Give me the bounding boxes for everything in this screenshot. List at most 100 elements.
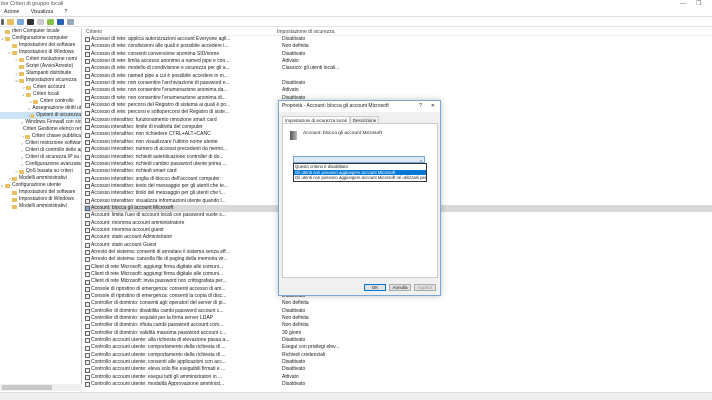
table-row[interactable]: Accesso di rete: consenti conversione an… xyxy=(84,51,712,58)
tab-description[interactable]: Descrizione xyxy=(349,116,380,123)
tree-node[interactable]: > Criteri account xyxy=(0,84,81,91)
export-icon[interactable] xyxy=(47,19,54,25)
delete-icon[interactable] xyxy=(27,19,34,25)
tree-node[interactable]: >Criteri di controllo delle applicazioni xyxy=(0,147,81,154)
table-row[interactable]: Controller di dominio: disabilita cambi … xyxy=(84,308,712,315)
folder-icon xyxy=(26,92,31,97)
tree-node[interactable]: Modelli amministrativi xyxy=(0,203,81,210)
table-row[interactable]: Controller di dominio: rifiuta cambi pas… xyxy=(84,322,712,329)
show-tree-icon[interactable] xyxy=(17,19,24,25)
list-header: Criterio Impostazione di sicurezza xyxy=(84,28,712,36)
up-folder-icon[interactable] xyxy=(7,19,14,25)
tree-node[interactable]: v Impostazioni sicurezza xyxy=(0,77,81,84)
column-header-criterio[interactable]: Criterio xyxy=(84,28,275,35)
tree-node[interactable]: v Criteri locali xyxy=(0,91,81,98)
apply-button[interactable]: Applica xyxy=(414,284,436,291)
table-row[interactable]: Accesso di rete: applica autorizzazioni … xyxy=(84,36,712,43)
menu-visualizza[interactable]: Visualizza xyxy=(31,9,53,15)
cancel-button[interactable]: Annulla xyxy=(389,284,411,291)
tree-node-label: Criteri restrizione software xyxy=(25,140,82,146)
policy-name-cell: Account: stato account Administrator xyxy=(91,234,173,241)
tree-node[interactable]: > Stampanti distribuite xyxy=(0,70,81,77)
folder-icon xyxy=(5,36,10,41)
policy-name-cell: Controllo account utente: consenti alle … xyxy=(91,359,227,366)
tree-horizontal-scrollbar[interactable] xyxy=(0,384,82,391)
console-tree: riteri Computer locale v Configurazione co… xyxy=(0,28,82,392)
properties-icon[interactable] xyxy=(37,19,44,25)
table-row[interactable]: Controllo account utente: consenti alle … xyxy=(84,359,712,366)
policy-setting-cell: Disattivato xyxy=(282,307,306,314)
table-row[interactable]: Controllo account utente: comportamento … xyxy=(84,344,712,351)
tree-node[interactable]: v Configurazione utente xyxy=(0,182,81,189)
folder-icon xyxy=(12,43,17,48)
policy-name-cell: Accesso interattivo: richiedi smart card xyxy=(91,168,177,175)
tree-node[interactable]: > Criteri restrizione software xyxy=(0,140,81,147)
tree-node[interactable]: >Criteri di sicurezza IP su Computer loc… xyxy=(0,154,81,161)
table-row[interactable]: Accesso di rete: condivisioni alle quali… xyxy=(84,43,712,50)
setting-combobox[interactable]: v xyxy=(293,156,425,163)
tree-node[interactable]: Impostazioni del software xyxy=(0,189,81,196)
tree-node[interactable]: >Windows Firewall con sicurezza avanzata xyxy=(0,119,81,126)
ok-button[interactable]: OK xyxy=(364,284,386,291)
table-row[interactable]: Accesso di rete: modello di condivisione… xyxy=(84,65,712,72)
table-row[interactable]: Accesso di rete: non consentire l'archiv… xyxy=(84,80,712,87)
policy-setting-cell: Non definita xyxy=(282,315,309,322)
tree-node[interactable]: >Configurazione avanzata dei criteri di … xyxy=(0,161,81,168)
tab-local-security-settings[interactable]: Impostazioni di sicurezza locali xyxy=(282,116,350,123)
chevron-right-icon[interactable]: > xyxy=(21,119,23,126)
close-button[interactable]: ✕ xyxy=(431,101,435,112)
folder-icon xyxy=(12,204,17,209)
table-row[interactable]: Controller di dominio: validità massima … xyxy=(84,330,712,337)
help-button[interactable]: ? xyxy=(419,101,422,112)
table-row[interactable]: Controllo account utente: eleva solo fil… xyxy=(84,366,712,373)
policy-name-cell: Account: blocca gli account Microsoft xyxy=(91,204,174,211)
chevron-right-icon[interactable]: > xyxy=(28,105,30,112)
column-header-impostazione[interactable]: Impostazione di sicurezza xyxy=(275,28,395,35)
chevron-right-icon[interactable]: > xyxy=(21,140,23,147)
policy-icon xyxy=(85,198,90,204)
tree-node[interactable]: v Impostazioni di Windows xyxy=(0,49,81,56)
chevron-right-icon[interactable]: > xyxy=(21,154,23,161)
table-row[interactable]: Accesso di rete: limita accesso anonimo … xyxy=(84,58,712,65)
tree-node[interactable]: v Configurazione computer xyxy=(0,35,81,42)
chevron-right-icon[interactable]: > xyxy=(21,147,23,154)
table-row[interactable]: Controller di dominio: consenti agli ope… xyxy=(84,300,712,307)
table-row[interactable]: Accesso di rete: named pipe a cui è poss… xyxy=(84,73,712,80)
minimize-button[interactable]: — xyxy=(680,0,686,8)
scrollbar-thumb[interactable] xyxy=(2,385,52,390)
tree-node[interactable]: > Criteri controllo xyxy=(0,98,81,105)
policy-name-cell: Accesso interattivo: non richiedere CTRL… xyxy=(91,131,211,138)
tree-node[interactable]: Impostazioni di Windows xyxy=(0,196,81,203)
tree-node[interactable]: > Criteri chiave pubblica xyxy=(0,133,81,140)
tree-node-label: Impostazioni di Windows xyxy=(19,49,75,55)
chevron-right-icon[interactable]: > xyxy=(21,161,23,168)
tree-node[interactable]: > QoS basata su criteri xyxy=(0,168,81,175)
option-cannot-add-or-use[interactable]: Gli utenti non possono aggiungere accoun… xyxy=(294,175,426,181)
policy-name-cell: Accesso di rete: modello di condivisione… xyxy=(91,65,230,72)
menu-help[interactable]: ? xyxy=(65,9,68,15)
help-icon[interactable] xyxy=(57,19,64,25)
table-row[interactable]: Controllo account utente: esegui tutti g… xyxy=(84,374,712,381)
forward-icon[interactable] xyxy=(1,19,4,25)
policy-name-cell: Controllo account utente: esegui tutti g… xyxy=(91,373,223,380)
tree-node[interactable]: > Criteri risoluzione nomi xyxy=(0,56,81,63)
policy-icon xyxy=(85,191,90,197)
tree-node-label: riteri Computer locale xyxy=(12,28,60,34)
tree-node[interactable]: Script (Avvio/Arresto) xyxy=(0,63,81,70)
table-row[interactable]: Controllo account utente: alla richiesta… xyxy=(84,337,712,344)
menu-azione[interactable]: Azione xyxy=(4,9,19,15)
table-row[interactable]: Accesso di rete: non consentire l'enumer… xyxy=(84,87,712,94)
folder-icon xyxy=(12,176,17,181)
table-row[interactable]: Controller di dominio: requisiti per la … xyxy=(84,315,712,322)
tree-node[interactable]: Criteri Gestione elenco reti xyxy=(0,126,81,133)
policy-name-cell: Accesso interattivo: soglia di blocco de… xyxy=(91,175,220,182)
tree-node[interactable]: riteri Computer locale xyxy=(0,28,81,35)
tree-node[interactable]: > Modelli amministrativi xyxy=(0,175,81,182)
tree-node[interactable]: >Assegnazione diritti utente xyxy=(0,105,81,112)
table-row[interactable]: Controllo account utente: comportamento … xyxy=(84,352,712,359)
tree-node[interactable]: > Opzioni di sicurezza xyxy=(0,112,81,119)
tree-node[interactable]: Impostazioni del software xyxy=(0,42,81,49)
view-icon[interactable] xyxy=(67,19,74,25)
restore-button[interactable]: ❐ xyxy=(696,0,701,8)
table-row[interactable]: Controllo account utente: modalità Appro… xyxy=(84,381,712,388)
